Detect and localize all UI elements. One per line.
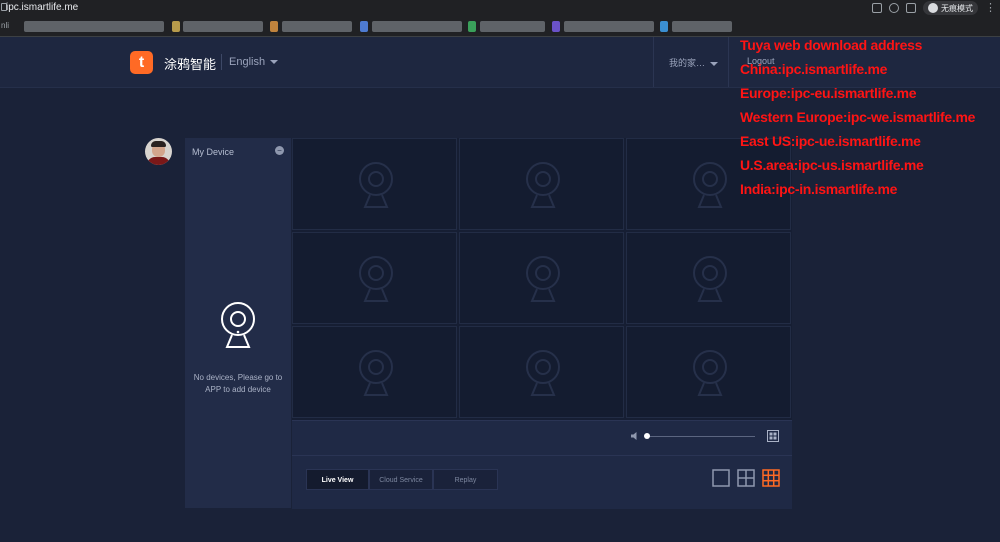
fullscreen-icon[interactable] [767, 430, 779, 442]
bookmark-item[interactable] [282, 21, 352, 32]
annotation-line: U.S.area:ipc-us.ismartlife.me [740, 157, 924, 173]
video-cell[interactable] [292, 326, 457, 418]
camera-placeholder-icon [526, 162, 560, 208]
sidebar-title: My Device [192, 147, 235, 157]
video-cell[interactable] [292, 138, 457, 230]
language-label: English [229, 56, 266, 68]
star-icon[interactable] [889, 3, 899, 13]
sidepanel-icon[interactable] [906, 3, 916, 13]
download-address-annotation: Tuya web download address China:ipc.isma… [740, 33, 975, 201]
camera-placeholder-icon [359, 162, 393, 208]
empty-device-message: No devices, Please go to APP to add devi… [193, 373, 283, 394]
home-label: 我的家… [669, 58, 706, 68]
address-url[interactable]: ipc.ismartlife.me [6, 2, 78, 13]
collapse-icon[interactable]: − [275, 146, 284, 155]
video-cell[interactable] [626, 326, 791, 418]
bookmark-favicon[interactable] [172, 21, 180, 32]
annotation-line: Tuya web download address [740, 37, 923, 53]
bookmark-item[interactable] [372, 21, 462, 32]
browser-menu-icon[interactable]: ⋮ [985, 3, 996, 14]
camera-placeholder-icon [359, 256, 393, 302]
video-cell[interactable] [459, 326, 624, 418]
camera-placeholder-icon [693, 162, 727, 208]
video-grid [292, 138, 792, 420]
video-cell[interactable] [459, 138, 624, 230]
bookmark-item[interactable] [183, 21, 263, 32]
header-divider [728, 37, 729, 87]
camera-icon [221, 302, 255, 348]
language-selector[interactable]: English [229, 56, 279, 68]
tab-cloud-service[interactable]: Cloud Service [369, 469, 433, 490]
player-controls [292, 420, 792, 455]
camera-placeholder-icon [693, 350, 727, 396]
video-cell[interactable] [626, 232, 791, 324]
video-cell[interactable] [292, 232, 457, 324]
bookmark-item[interactable] [564, 21, 654, 32]
annotation-line: East US:ipc-ue.ismartlife.me [740, 133, 921, 149]
camera-placeholder-icon [526, 256, 560, 302]
tab-replay[interactable]: Replay [433, 469, 498, 490]
speaker-icon[interactable] [630, 431, 640, 441]
header-divider [221, 54, 222, 70]
layout-3x3-icon[interactable] [762, 469, 780, 487]
annotation-line: China:ipc.ismartlife.me [740, 61, 888, 77]
bookmark-favicon[interactable] [660, 21, 668, 32]
bookmark-favicon[interactable] [360, 21, 368, 32]
annotation-line: Western Europe:ipc-we.ismartlife.me [740, 109, 976, 125]
device-sidebar: My Device − No devices, Please go to APP… [185, 138, 291, 508]
volume-slider-track[interactable] [647, 436, 755, 437]
volume-slider-handle[interactable] [644, 433, 650, 439]
video-cell[interactable] [459, 232, 624, 324]
incognito-label: 无痕模式 [941, 3, 973, 13]
home-selector[interactable]: 我的家… [669, 56, 719, 69]
bookmark-label[interactable]: nli [1, 21, 9, 30]
bookmark-item[interactable] [24, 21, 164, 32]
tuya-logo: t [130, 51, 153, 74]
bookmark-item[interactable] [480, 21, 545, 32]
chevron-down-icon [270, 60, 279, 65]
browser-address-bar: ipc.ismartlife.me 无痕模式 ⋮ [0, 0, 1000, 17]
translate-icon[interactable] [872, 3, 882, 13]
incognito-badge[interactable]: 无痕模式 [923, 1, 978, 15]
avatar[interactable] [145, 138, 172, 165]
camera-placeholder-icon [693, 256, 727, 302]
header-divider [653, 37, 654, 87]
chevron-down-icon [710, 61, 719, 66]
layout-2x2-icon[interactable] [737, 469, 755, 487]
brand-name: 涂鸦智能 [164, 57, 217, 72]
bookmark-favicon[interactable] [552, 21, 560, 32]
camera-placeholder-icon [526, 350, 560, 396]
camera-placeholder-icon [359, 350, 393, 396]
view-tab-bar: Live View Cloud Service Replay [292, 455, 792, 509]
incognito-icon [928, 3, 938, 13]
bookmark-favicon[interactable] [468, 21, 476, 32]
tab-live-view[interactable]: Live View [306, 469, 369, 490]
annotation-line: Europe:ipc-eu.ismartlife.me [740, 85, 917, 101]
browser-actions: 无痕模式 ⋮ [872, 1, 996, 15]
bookmark-item[interactable] [672, 21, 732, 32]
annotation-line: India:ipc-in.ismartlife.me [740, 181, 898, 197]
layout-1x1-icon[interactable] [712, 469, 730, 487]
bookmark-favicon[interactable] [270, 21, 278, 32]
